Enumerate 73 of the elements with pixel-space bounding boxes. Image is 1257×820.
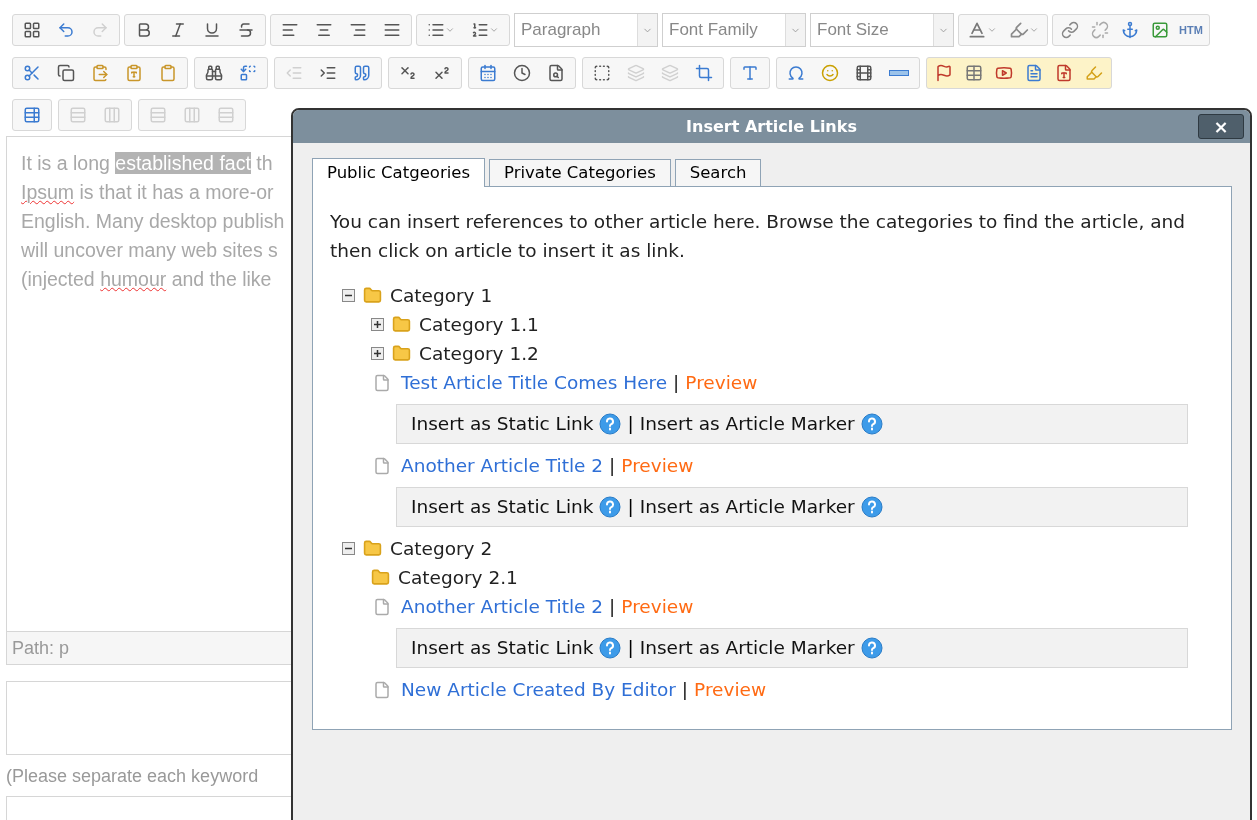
insert-option-link[interactable]: Insert as Static Link — [411, 493, 594, 521]
tab[interactable]: Private Categories — [489, 159, 671, 186]
folder-icon — [363, 539, 382, 558]
flag-icon — [935, 64, 953, 82]
text-color-icon — [967, 20, 987, 40]
separator-text: | — [609, 453, 616, 478]
anchor-icon — [1121, 21, 1139, 39]
collapse-icon[interactable] — [342, 542, 355, 555]
insert-option-link[interactable]: Insert as Article Marker — [639, 634, 855, 662]
insert-option-link[interactable]: Insert as Article Marker — [639, 410, 855, 438]
separator-text: | — [627, 636, 634, 661]
folder-icon — [392, 344, 411, 363]
document-icon — [373, 373, 391, 392]
video-icon — [995, 64, 1013, 82]
insert-option-link[interactable]: Insert as Article Marker — [639, 493, 855, 521]
folder-icon — [392, 315, 411, 334]
image-icon — [1151, 21, 1169, 39]
caret-icon — [445, 25, 455, 35]
expand-icon[interactable] — [371, 318, 384, 331]
keywords-hint: (Please separate each keyword — [6, 765, 260, 788]
collapse-icon[interactable] — [342, 289, 355, 302]
table-icon — [965, 64, 983, 82]
separator-text: | — [681, 677, 689, 702]
help-icon[interactable] — [860, 496, 883, 518]
editor-text-line: Ipsum is that it has a more-or — [21, 180, 274, 205]
dropdown-select[interactable]: Font Family — [662, 13, 806, 47]
help-icon[interactable] — [599, 413, 622, 435]
category-label[interactable]: Category 2 — [390, 534, 493, 563]
caret-icon — [987, 25, 997, 35]
insert-option-link[interactable]: Insert as Static Link — [411, 410, 594, 438]
editor-text-line: It is a long established fact th — [21, 151, 273, 176]
expand-icon[interactable] — [371, 347, 384, 360]
category-label[interactable]: Category 1 — [390, 281, 493, 310]
separator-text: | — [627, 495, 634, 520]
editor-text-line: (injected humour and the like — [21, 267, 272, 292]
close-button[interactable]: × — [1198, 114, 1244, 139]
tab[interactable]: Public Catgeories — [312, 158, 485, 187]
separator-text: | — [627, 412, 634, 437]
dropdown-select[interactable]: Font Size — [810, 13, 954, 47]
insert-option-link[interactable]: Insert as Static Link — [411, 634, 594, 662]
help-icon[interactable] — [599, 637, 622, 659]
category-label[interactable]: Category 1.1 — [419, 310, 539, 339]
separator-text: | — [673, 370, 680, 395]
document-icon — [373, 680, 391, 699]
folder-icon — [371, 568, 390, 587]
dropdown-select[interactable]: Paragraph — [514, 13, 658, 47]
dialog-title: Insert Article Links — [686, 115, 857, 138]
folder-icon — [363, 286, 382, 305]
article-link[interactable]: Another Article Title 2 — [401, 451, 604, 480]
document-icon — [1025, 64, 1043, 82]
editor-text-line: will uncover many web sites s — [21, 238, 278, 263]
article-link[interactable]: Another Article Title 2 — [401, 592, 604, 621]
editor-text-line: English. Many desktop publish — [21, 209, 285, 234]
highlighter-icon — [1085, 64, 1103, 82]
unlink-icon — [1091, 21, 1109, 39]
tab[interactable]: Search — [674, 159, 762, 186]
link-icon — [1061, 21, 1079, 39]
article-link[interactable]: Test Article Title Comes Here — [401, 368, 668, 397]
category-label[interactable]: Category 1.2 — [419, 339, 539, 368]
article-link[interactable]: New Article Created By Editor — [401, 675, 676, 704]
pdf-icon — [1055, 64, 1073, 82]
separator-text: | — [609, 594, 616, 619]
document-icon — [373, 597, 391, 616]
caret-icon — [489, 25, 499, 35]
help-icon[interactable] — [599, 496, 622, 518]
category-label[interactable]: Category 2.1 — [398, 563, 518, 592]
help-icon[interactable] — [860, 637, 883, 659]
html-button[interactable]: HTM — [1175, 15, 1207, 45]
document-icon — [373, 456, 391, 475]
help-icon[interactable] — [860, 413, 883, 435]
highlight-icon — [1009, 20, 1029, 40]
intro-text: You can insert references to other article here. Browse the categories to find the article, and then click on article to insert it as link. — [330, 210, 1186, 263]
caret-icon — [1029, 25, 1039, 35]
